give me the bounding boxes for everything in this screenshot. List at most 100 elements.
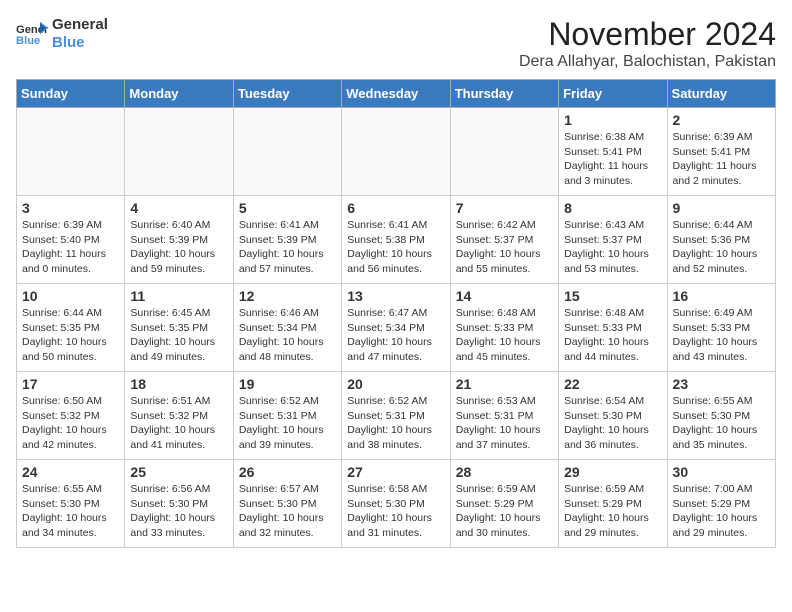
calendar-cell: 3 Sunrise: 6:39 AMSunset: 5:40 PMDaylight… [17,196,125,284]
day-number: 21 [456,376,553,392]
day-info: Sunrise: 6:45 AMSunset: 5:35 PMDaylight:… [130,306,227,365]
calendar-cell: 17 Sunrise: 6:50 AMSunset: 5:32 PMDayligh… [17,372,125,460]
day-number: 8 [564,200,661,216]
day-number: 28 [456,464,553,480]
day-number: 1 [564,112,661,128]
day-info: Sunrise: 6:47 AMSunset: 5:34 PMDaylight:… [347,306,444,365]
day-number: 23 [673,376,770,392]
calendar-cell: 5Sunrise: 6:41 AMSunset: 5:39 PMDaylight… [233,196,341,284]
calendar-cell: 23 Sunrise: 6:55 AMSunset: 5:30 PMDayligh… [667,372,775,460]
day-info: Sunrise: 6:52 AMSunset: 5:31 PMDaylight:… [239,394,336,453]
calendar-header-friday: Friday [559,80,667,108]
day-number: 7 [456,200,553,216]
calendar-cell: 20 Sunrise: 6:52 AMSunset: 5:31 PMDayligh… [342,372,450,460]
calendar-cell [342,108,450,196]
day-info: Sunrise: 6:46 AMSunset: 5:34 PMDaylight:… [239,306,336,365]
calendar-cell [450,108,558,196]
calendar-header-sunday: Sunday [17,80,125,108]
day-number: 14 [456,288,553,304]
calendar-cell [233,108,341,196]
page-header: General Blue General Blue November 2024 … [16,16,776,71]
day-info: Sunrise: 6:53 AMSunset: 5:31 PMDaylight:… [456,394,553,453]
day-number: 12 [239,288,336,304]
calendar-cell: 30 Sunrise: 7:00 AMSunset: 5:29 PMDayligh… [667,460,775,548]
day-number: 30 [673,464,770,480]
calendar-cell: 2Sunrise: 6:39 AMSunset: 5:41 PMDaylight… [667,108,775,196]
day-number: 29 [564,464,661,480]
logo-blue: Blue [52,34,108,52]
day-number: 26 [239,464,336,480]
calendar-cell: 10 Sunrise: 6:44 AMSunset: 5:35 PMDayligh… [17,284,125,372]
calendar-cell: 16 Sunrise: 6:49 AMSunset: 5:33 PMDayligh… [667,284,775,372]
day-info: Sunrise: 6:44 AMSunset: 5:35 PMDaylight:… [22,306,119,365]
calendar-cell: 11 Sunrise: 6:45 AMSunset: 5:35 PMDayligh… [125,284,233,372]
day-number: 27 [347,464,444,480]
calendar-cell: 26 Sunrise: 6:57 AMSunset: 5:30 PMDayligh… [233,460,341,548]
day-info: Sunrise: 6:55 AMSunset: 5:30 PMDaylight:… [673,394,770,453]
day-number: 9 [673,200,770,216]
calendar-cell: 24Sunrise: 6:55 AMSunset: 5:30 PMDayligh… [17,460,125,548]
calendar-header-monday: Monday [125,80,233,108]
title-block: November 2024 Dera Allahyar, Balochistan… [519,16,776,71]
calendar-cell [125,108,233,196]
calendar-cell: 22 Sunrise: 6:54 AMSunset: 5:30 PMDayligh… [559,372,667,460]
calendar-table: SundayMondayTuesdayWednesdayThursdayFrid… [16,79,776,548]
calendar-week-4: 17 Sunrise: 6:50 AMSunset: 5:32 PMDayligh… [17,372,776,460]
calendar-cell: 7 Sunrise: 6:42 AMSunset: 5:37 PMDaylight… [450,196,558,284]
day-info: Sunrise: 6:38 AMSunset: 5:41 PMDaylight:… [564,130,661,189]
day-number: 11 [130,288,227,304]
day-info: Sunrise: 6:59 AMSunset: 5:29 PMDaylight:… [564,482,661,541]
day-info: Sunrise: 6:55 AMSunset: 5:30 PMDaylight:… [22,482,119,541]
day-info: Sunrise: 6:43 AMSunset: 5:37 PMDaylight:… [564,218,661,277]
calendar-week-3: 10 Sunrise: 6:44 AMSunset: 5:35 PMDayligh… [17,284,776,372]
svg-text:Blue: Blue [16,35,40,47]
calendar-cell: 4Sunrise: 6:40 AMSunset: 5:39 PMDaylight… [125,196,233,284]
day-info: Sunrise: 6:54 AMSunset: 5:30 PMDaylight:… [564,394,661,453]
day-number: 22 [564,376,661,392]
day-number: 19 [239,376,336,392]
calendar-header-thursday: Thursday [450,80,558,108]
day-info: Sunrise: 6:49 AMSunset: 5:33 PMDaylight:… [673,306,770,365]
calendar-cell: 6Sunrise: 6:41 AMSunset: 5:38 PMDaylight… [342,196,450,284]
day-info: Sunrise: 6:48 AMSunset: 5:33 PMDaylight:… [564,306,661,365]
day-number: 17 [22,376,119,392]
day-number: 20 [347,376,444,392]
calendar-cell: 18Sunrise: 6:51 AMSunset: 5:32 PMDayligh… [125,372,233,460]
day-number: 25 [130,464,227,480]
day-number: 15 [564,288,661,304]
day-info: Sunrise: 6:56 AMSunset: 5:30 PMDaylight:… [130,482,227,541]
day-number: 16 [673,288,770,304]
day-info: Sunrise: 6:42 AMSunset: 5:37 PMDaylight:… [456,218,553,277]
calendar-cell [17,108,125,196]
day-info: Sunrise: 7:00 AMSunset: 5:29 PMDaylight:… [673,482,770,541]
month-title: November 2024 [519,16,776,53]
day-info: Sunrise: 6:40 AMSunset: 5:39 PMDaylight:… [130,218,227,277]
calendar-header-tuesday: Tuesday [233,80,341,108]
calendar-cell: 25 Sunrise: 6:56 AMSunset: 5:30 PMDayligh… [125,460,233,548]
calendar-header-row: SundayMondayTuesdayWednesdayThursdayFrid… [17,80,776,108]
day-number: 10 [22,288,119,304]
day-number: 13 [347,288,444,304]
calendar-cell: 29 Sunrise: 6:59 AMSunset: 5:29 PMDayligh… [559,460,667,548]
calendar-week-5: 24Sunrise: 6:55 AMSunset: 5:30 PMDayligh… [17,460,776,548]
day-number: 2 [673,112,770,128]
calendar-cell: 28 Sunrise: 6:59 AMSunset: 5:29 PMDayligh… [450,460,558,548]
calendar-cell: 19 Sunrise: 6:52 AMSunset: 5:31 PMDayligh… [233,372,341,460]
day-number: 5 [239,200,336,216]
day-info: Sunrise: 6:58 AMSunset: 5:30 PMDaylight:… [347,482,444,541]
day-info: Sunrise: 6:48 AMSunset: 5:33 PMDaylight:… [456,306,553,365]
day-info: Sunrise: 6:52 AMSunset: 5:31 PMDaylight:… [347,394,444,453]
calendar-cell: 1 Sunrise: 6:38 AMSunset: 5:41 PMDaylight… [559,108,667,196]
day-number: 18 [130,376,227,392]
day-info: Sunrise: 6:59 AMSunset: 5:29 PMDaylight:… [456,482,553,541]
day-info: Sunrise: 6:44 AMSunset: 5:36 PMDaylight:… [673,218,770,277]
calendar-cell: 27 Sunrise: 6:58 AMSunset: 5:30 PMDayligh… [342,460,450,548]
logo-general: General [52,16,108,34]
day-info: Sunrise: 6:50 AMSunset: 5:32 PMDaylight:… [22,394,119,453]
calendar-cell: 13 Sunrise: 6:47 AMSunset: 5:34 PMDayligh… [342,284,450,372]
day-info: Sunrise: 6:57 AMSunset: 5:30 PMDaylight:… [239,482,336,541]
day-number: 3 [22,200,119,216]
calendar-header-wednesday: Wednesday [342,80,450,108]
calendar-cell: 14 Sunrise: 6:48 AMSunset: 5:33 PMDayligh… [450,284,558,372]
day-info: Sunrise: 6:39 AMSunset: 5:40 PMDaylight:… [22,218,119,277]
